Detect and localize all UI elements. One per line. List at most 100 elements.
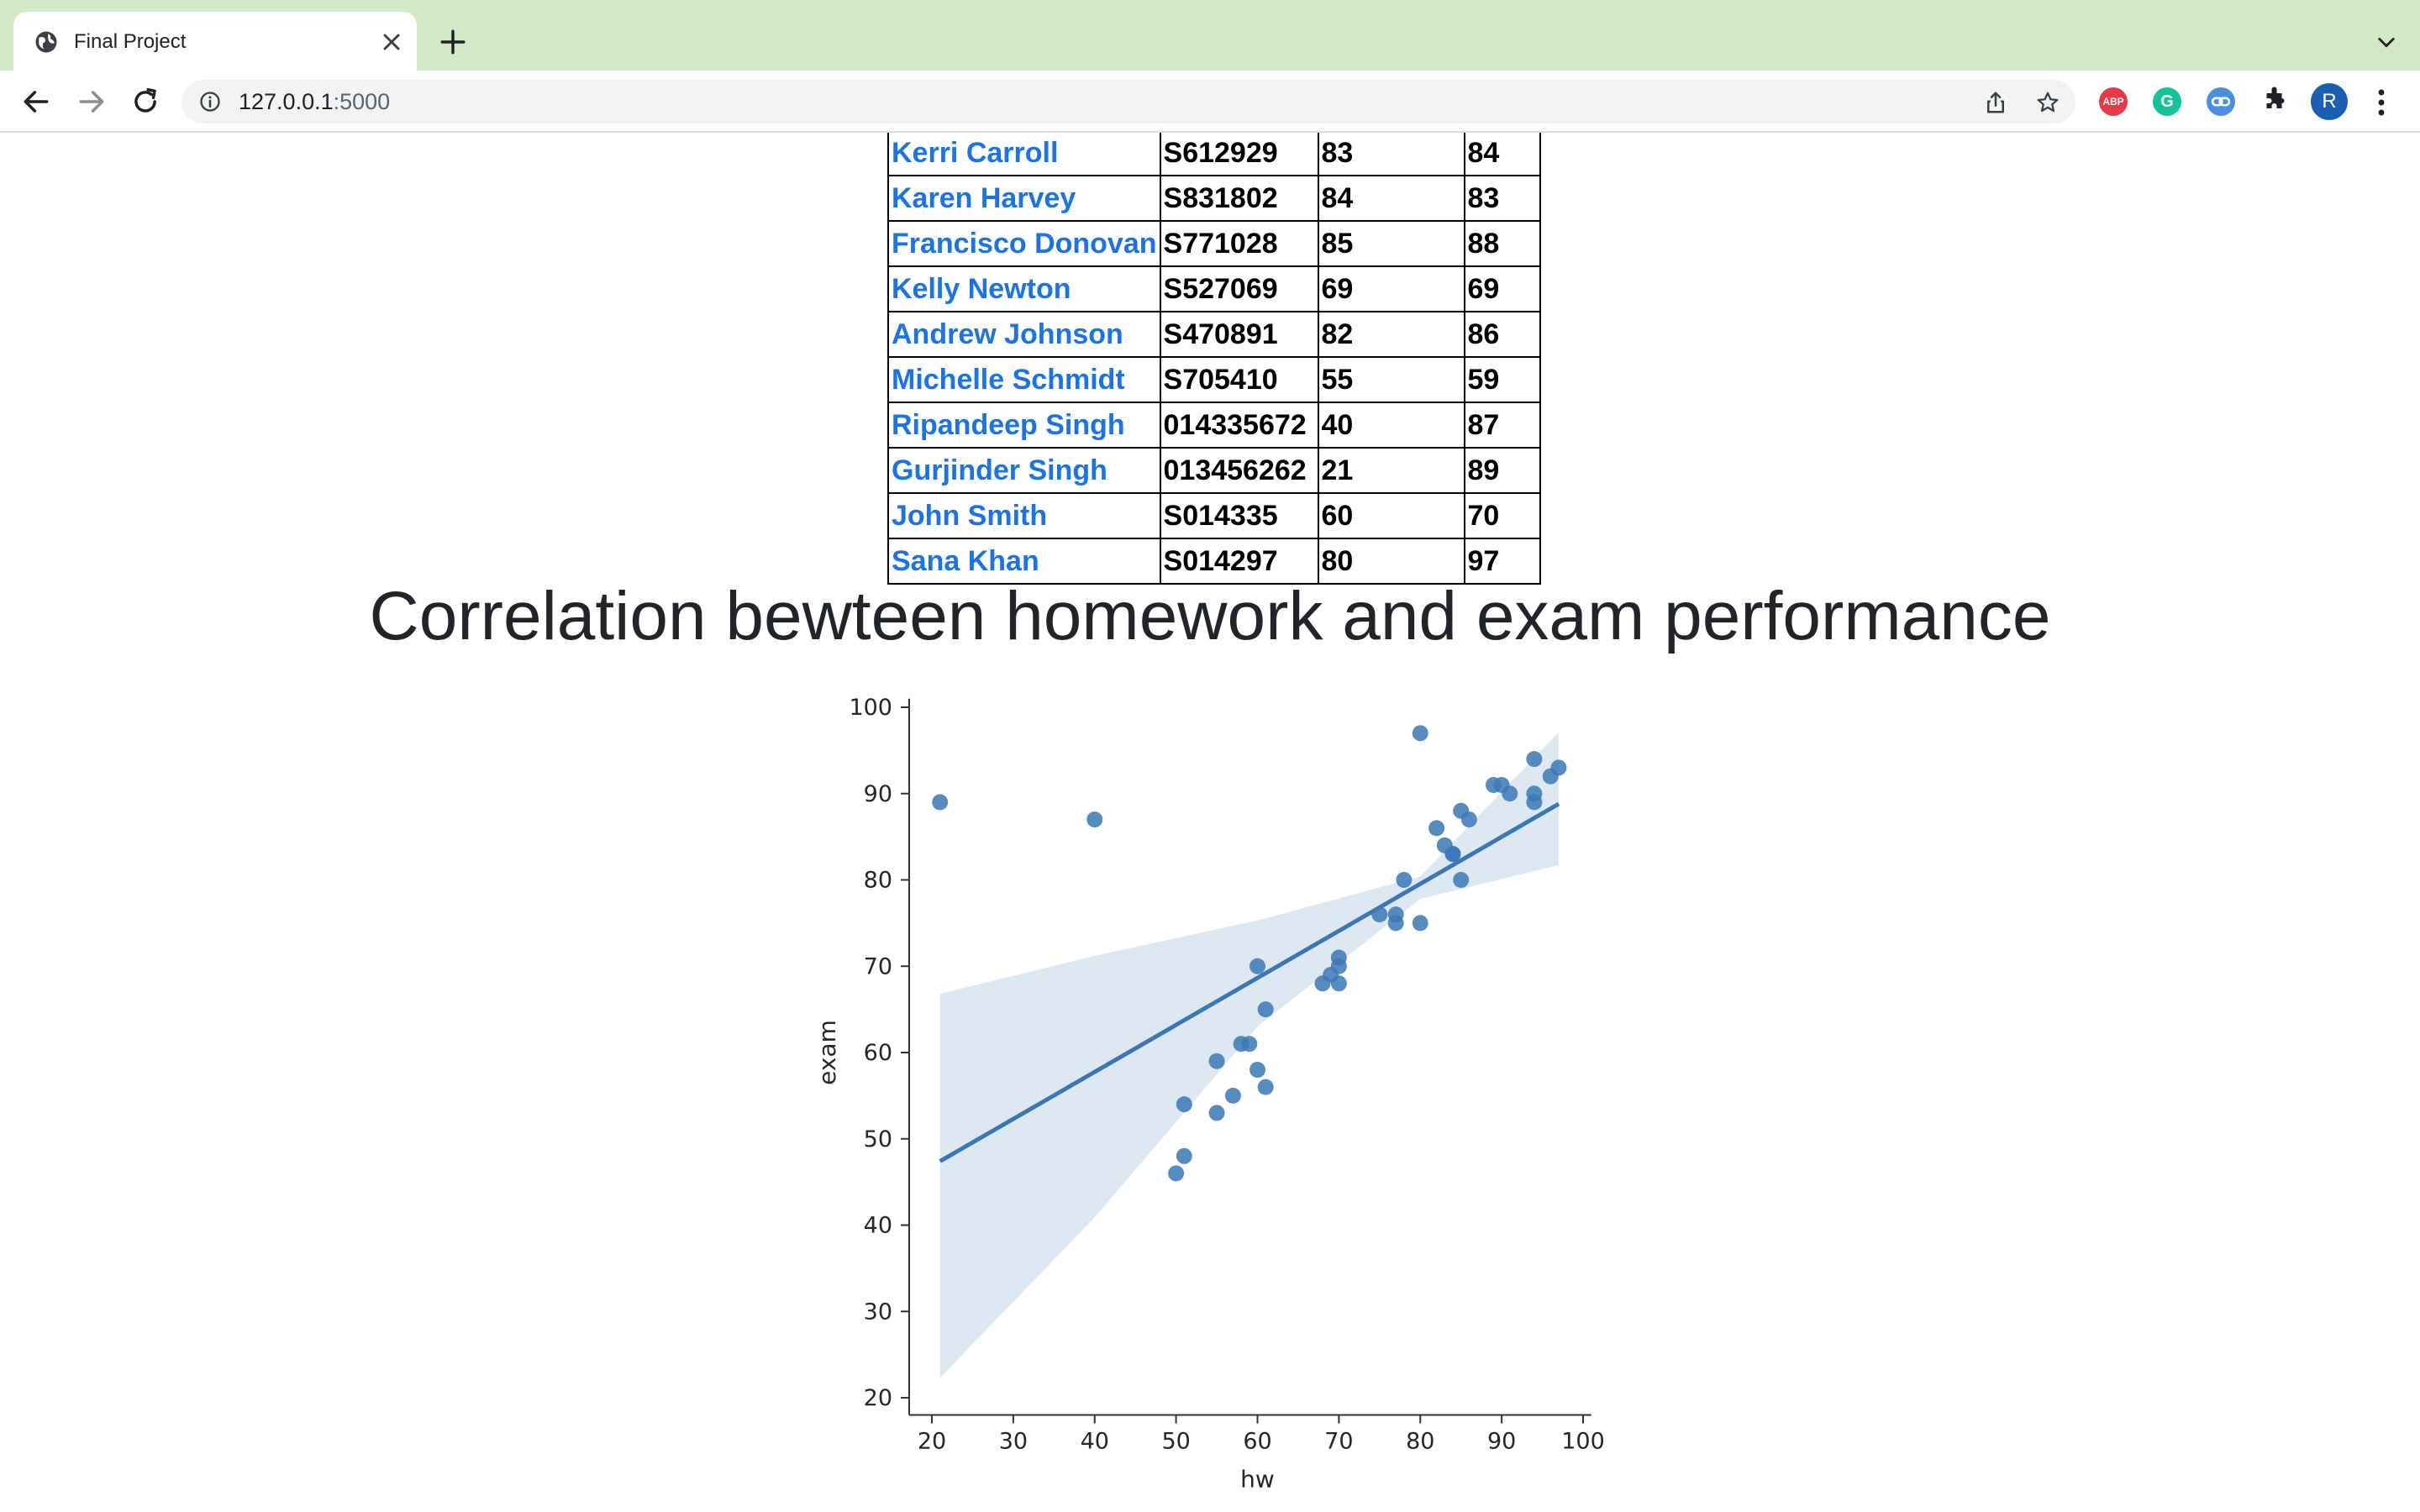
student-name-link[interactable]: Gurjinder Singh [892, 454, 1107, 486]
data-point [932, 794, 949, 811]
data-point [1453, 872, 1470, 888]
y-tick-label: 40 [864, 1213, 892, 1239]
cell-exam: 88 [1463, 220, 1541, 267]
table-row: Gurjinder Singh 013456262 21 89 [887, 447, 1541, 494]
cell-hw: 82 [1317, 311, 1465, 358]
data-point [1412, 915, 1428, 932]
cell-exam: 89 [1463, 447, 1541, 494]
url-text[interactable]: 127.0.0.1:5000 [239, 89, 390, 114]
address-bar[interactable]: 127.0.0.1:5000 [182, 80, 2075, 123]
data-point [1249, 1062, 1265, 1079]
student-name-link[interactable]: Andrew Johnson [892, 318, 1123, 350]
chevron-down-icon[interactable] [2375, 30, 2398, 54]
cell-name: Kelly Newton [887, 265, 1161, 312]
cell-id: S705410 [1159, 356, 1319, 403]
cell-id: 014335672 [1159, 402, 1319, 449]
data-point [1168, 1165, 1185, 1182]
data-point [1086, 811, 1103, 828]
student-name-link[interactable]: John Smith [892, 500, 1047, 532]
page-heading: Correlation bewteen homework and exam pe… [369, 578, 2051, 654]
cell-hw: 60 [1317, 492, 1465, 539]
page-viewport: Kerri Carroll S612929 83 84 Karen Harvey S831… [0, 133, 2420, 1512]
x-tick-label: 50 [1161, 1429, 1190, 1455]
new-tab-plus-icon[interactable] [439, 28, 467, 56]
bookmark-star-icon[interactable] [2035, 90, 2060, 115]
data-point [1542, 768, 1559, 785]
close-icon[interactable] [378, 29, 405, 55]
forward-arrow-icon[interactable] [76, 86, 108, 118]
grades-table-body: Kerri Carroll S612929 83 84 Karen Harvey S831… [887, 133, 1541, 585]
x-tick-label: 90 [1487, 1429, 1516, 1455]
url-host: 127.0.0.1 [239, 89, 334, 114]
table-row: Francisco Donovan S771028 85 88 [887, 220, 1541, 267]
confidence-band [939, 732, 1559, 1378]
tab-strip: Final Project [0, 0, 2420, 71]
cell-exam: 83 [1463, 175, 1541, 222]
data-point [1249, 958, 1265, 974]
reload-icon[interactable] [129, 86, 161, 118]
y-tick-label: 70 [864, 953, 892, 979]
adblock-extension-icon[interactable]: ABP [2099, 87, 2128, 116]
x-tick-label: 20 [918, 1429, 946, 1455]
cell-hw: 55 [1317, 356, 1465, 403]
x-tick-label: 70 [1324, 1429, 1353, 1455]
grammarly-extension-icon[interactable]: G [2153, 87, 2181, 116]
cell-hw: 21 [1317, 447, 1465, 494]
data-point [1224, 1087, 1241, 1104]
cell-id: S014335 [1159, 492, 1319, 539]
cell-name: Ripandeep Singh [887, 402, 1161, 449]
y-tick-label: 90 [864, 781, 892, 807]
cell-name: Karen Harvey [887, 175, 1161, 222]
tab-title: Final Project [74, 30, 187, 53]
cell-hw: 85 [1317, 220, 1465, 267]
table-row: Kerri Carroll S612929 83 84 [887, 133, 1541, 176]
x-tick-label: 30 [999, 1429, 1028, 1455]
data-point [1412, 725, 1428, 742]
link-extension-icon[interactable] [2207, 87, 2235, 116]
table-row: Ripandeep Singh 014335672 40 87 [887, 402, 1541, 449]
data-point [1208, 1053, 1225, 1069]
y-tick-label: 60 [864, 1040, 892, 1066]
cell-exam: 86 [1463, 311, 1541, 358]
cell-exam: 69 [1463, 265, 1541, 312]
extensions-puzzle-icon[interactable] [2260, 86, 2291, 116]
data-point [1502, 785, 1518, 802]
student-name-link[interactable]: Michelle Schmidt [892, 364, 1125, 396]
cell-name: John Smith [887, 492, 1161, 539]
x-tick-label: 40 [1081, 1429, 1109, 1455]
cell-name: Kerri Carroll [887, 133, 1161, 176]
cell-id: S771028 [1159, 220, 1319, 267]
browser-tab[interactable]: Final Project [13, 12, 417, 71]
globe-icon [35, 31, 57, 53]
share-icon[interactable] [1983, 90, 2008, 115]
data-point [1241, 1036, 1258, 1053]
x-tick-label: 60 [1243, 1429, 1271, 1455]
cell-name: Francisco Donovan [887, 220, 1161, 267]
student-name-link[interactable]: Karen Harvey [892, 182, 1076, 214]
data-point [1330, 975, 1347, 992]
student-name-link[interactable]: Kerri Carroll [892, 137, 1058, 169]
cell-name: Andrew Johnson [887, 311, 1161, 358]
data-point [1208, 1105, 1225, 1121]
data-point [1257, 1001, 1274, 1018]
site-info-icon[interactable] [198, 90, 222, 113]
back-arrow-icon[interactable] [20, 86, 52, 118]
profile-avatar[interactable]: R [2311, 83, 2348, 120]
cell-id: S612929 [1159, 133, 1319, 176]
student-name-link[interactable]: Sana Khan [892, 545, 1039, 577]
student-name-link[interactable]: Francisco Donovan [892, 228, 1157, 260]
scatter-plot: 20 30 40 50 60 70 80 90 100 20 30 40 50 60 70 80 90 100 hw… [813, 695, 1605, 1494]
cell-hw: 83 [1317, 133, 1465, 176]
student-name-link[interactable]: Ripandeep Singh [892, 409, 1125, 441]
data-point [1396, 872, 1413, 888]
x-axis-label: hw [1240, 1466, 1275, 1494]
data-point [1371, 906, 1388, 923]
cell-hw: 40 [1317, 402, 1465, 449]
data-point [1314, 975, 1331, 992]
student-name-link[interactable]: Kelly Newton [892, 273, 1071, 305]
more-menu-icon[interactable] [2373, 87, 2390, 118]
data-point [1176, 1147, 1192, 1164]
cell-name: Michelle Schmidt [887, 356, 1161, 403]
data-point [1176, 1096, 1192, 1113]
y-tick-label: 100 [849, 695, 892, 721]
